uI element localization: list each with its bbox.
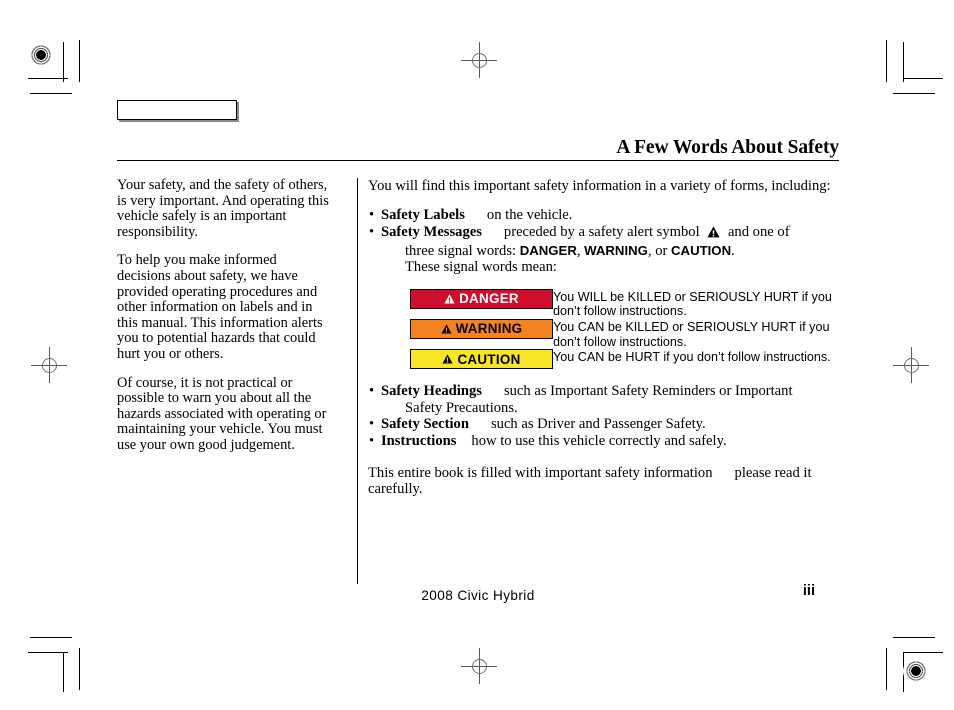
left-paragraph-1: Your safety, and the safety of others, i… (117, 177, 329, 240)
bullet-safety-headings: Safety Headings such as Important Safety … (368, 383, 839, 416)
registration-ring-left-middle (41, 357, 57, 373)
signal-words-suffix: . (731, 242, 735, 259)
crop-mark-top-left-outer-vertical (79, 40, 80, 82)
page-number: iii (802, 583, 815, 599)
page-footer: 2008 Civic Hybrid iii (117, 583, 839, 608)
crop-mark-top-right-inner-vertical (903, 42, 904, 82)
signal-desc-cell-caution: You CAN be HURT if you don’t follow inst… (553, 349, 839, 369)
bullet-safety-messages-text-before: preceded by a safety alert symbol (503, 224, 700, 240)
signal-label-cell-warning: WARNING (368, 318, 553, 349)
page-header: A Few Words About Safety (117, 137, 839, 161)
bullet-safety-messages-term: Safety Messages (381, 224, 482, 240)
crop-mark-bottom-left-inner-vertical (63, 652, 64, 692)
bullet-safety-labels-text: on the vehicle. (486, 207, 573, 224)
crop-mark-bottom-left-horizontal (30, 637, 72, 638)
right-column: You will find this important safety info… (345, 178, 839, 497)
left-paragraph-2: To help you make informed decisions abou… (117, 252, 323, 362)
signal-words-prefix: three signal words: (405, 242, 520, 259)
right-intro-paragraph: You will find this important safety info… (368, 178, 831, 194)
registration-mark-left-middle (31, 347, 67, 383)
bullet-safety-headings-continuation: Safety Precautions. (405, 399, 518, 416)
page-title: A Few Words About Safety (616, 137, 839, 158)
registration-mark-top-center (461, 42, 497, 78)
signal-word-definitions-table: DANGER You WILL be KILLED or SERIOUSLY H… (368, 288, 839, 370)
bullet-safety-headings-term: Safety Headings (381, 383, 482, 400)
chapter-tab-box (117, 100, 237, 120)
bullet-safety-labels-term: Safety Labels (381, 207, 465, 224)
warning-label-box: WARNING (410, 318, 553, 339)
bullet-instructions-text: how to use this vehicle correctly and sa… (471, 432, 727, 449)
closing-paragraph: This entire book is filled with importan… (368, 465, 839, 498)
left-column: Your safety, and the safety of others, i… (117, 177, 345, 467)
crop-mark-bottom-right-outer-vertical (886, 648, 887, 690)
bullet-safety-section: Safety Section such as Driver and Passeng… (368, 416, 839, 433)
warning-description: You CAN be KILLED or SERIOUSLY HURT if y… (553, 319, 830, 349)
registration-ring-top-center (471, 52, 487, 68)
alert-triangle-icon (444, 294, 455, 304)
signal-desc-cell-warning: You CAN be KILLED or SERIOUSLY HURT if y… (553, 319, 839, 349)
crop-mark-bottom-right-inner-horizontal (903, 652, 943, 653)
bullet-safety-messages: Safety Messages preceded by a safety aler… (368, 224, 839, 276)
safety-forms-bullet-list-lower: Safety Headings such as Important Safety … (368, 383, 839, 449)
registration-ring-bottom-center (471, 658, 487, 674)
two-column-body: Your safety, and the safety of others, i… (117, 177, 839, 584)
safety-forms-bullet-list-upper: Safety Labels on the vehicle. Safety Mess… (368, 207, 839, 275)
table-row: DANGER You WILL be KILLED or SERIOUSLY H… (368, 288, 839, 319)
registration-mark-bottom-right (903, 658, 929, 684)
crop-mark-bottom-left-outer-vertical (79, 648, 80, 690)
crop-mark-top-right-inner-horizontal (903, 78, 943, 79)
bullet-safety-messages-text-after: and one of (727, 224, 790, 240)
alert-triangle-icon (440, 324, 452, 334)
signal-label-cell-caution: CAUTION (368, 349, 553, 370)
closing-text-before: This entire book is filled with importan… (368, 464, 713, 481)
crop-mark-top-left-vertical (63, 42, 64, 82)
crop-mark-top-left-horizontal (28, 78, 68, 79)
caution-description: You CAN be HURT if you don’t follow inst… (553, 350, 831, 365)
danger-description: You WILL be KILLED or SERIOUSLY HURT if … (553, 289, 832, 319)
footer-model-text: 2008 Civic Hybrid (421, 588, 535, 603)
column-divider (357, 178, 358, 584)
bullet-safety-section-text: such as Driver and Passenger Safety. (490, 416, 706, 433)
bullet-safety-section-term: Safety Section (381, 416, 469, 433)
signal-label-cell-danger: DANGER (368, 288, 553, 319)
danger-label-text: DANGER (459, 291, 519, 307)
registration-mark-bottom-center (461, 648, 497, 684)
table-row: CAUTION You CAN be HURT if you don’t fol… (368, 349, 839, 370)
bullet-safety-messages-continuation: three signal words: DANGER, WARNING, or … (381, 243, 839, 260)
crop-mark-bottom-left-inner-horizontal (28, 652, 68, 653)
bullet-safety-headings-text: such as Important Safety Reminders or Im… (503, 383, 793, 400)
warning-label-text: WARNING (455, 321, 523, 337)
caution-label-text: CAUTION (457, 351, 521, 367)
signal-word-warning-inline: WARNING (584, 242, 648, 258)
bullet-safety-messages-continuation-2: These signal words mean: (405, 259, 557, 276)
signal-desc-cell-danger: You WILL be KILLED or SERIOUSLY HURT if … (553, 289, 839, 319)
crop-mark-top-right-horizontal (893, 93, 935, 94)
registration-mark-top-left (28, 42, 54, 68)
bullet-instructions: Instructions how to use this vehicle corr… (368, 433, 839, 450)
caution-label-box: CAUTION (410, 349, 553, 370)
bullet-instructions-term: Instructions (381, 432, 457, 449)
registration-ring-right-middle (903, 357, 919, 373)
left-paragraph-3: Of course, it is not practical or possib… (117, 374, 327, 453)
crop-mark-bottom-right-horizontal (893, 637, 935, 638)
table-row: WARNING You CAN be KILLED or SERIOUSLY H… (368, 318, 839, 349)
signal-word-caution-inline: CAUTION (671, 242, 732, 258)
danger-label-box: DANGER (410, 288, 553, 309)
bullet-safety-labels: Safety Labels on the vehicle. (368, 207, 839, 224)
crop-mark-top-right-vertical (886, 40, 887, 82)
signal-word-danger-inline: DANGER (519, 242, 577, 258)
signal-sep-2: , or (647, 242, 672, 259)
crop-mark-top-left-outer-horizontal (30, 93, 72, 94)
registration-mark-right-middle (893, 347, 929, 383)
alert-triangle-icon (442, 354, 454, 364)
safety-alert-triangle-icon (707, 226, 720, 243)
page-content: A Few Words About Safety Your safety, an… (117, 100, 839, 584)
